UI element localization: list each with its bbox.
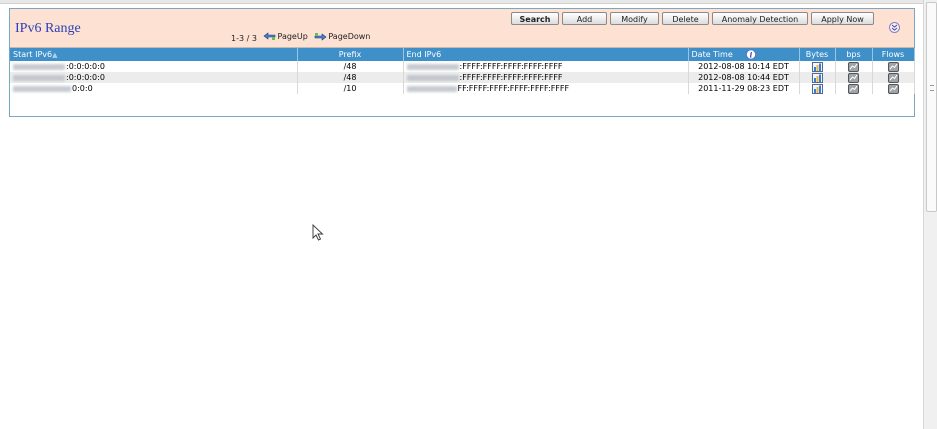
page-down-icon — [315, 33, 327, 41]
ipv6-range-table: Start IPv6▲ Prefix End IPv6 Date Time i … — [10, 48, 915, 94]
double-chevron-down-icon — [891, 24, 898, 31]
bar-chart-icon — [811, 72, 823, 83]
prefix-cell: /48 — [297, 61, 404, 72]
column-bytes[interactable]: Bytes — [799, 48, 836, 61]
pager: 1-3 / 3 PageUp PageDown — [231, 32, 370, 43]
table-header-row: Start IPv6▲ Prefix End IPv6 Date Time i … — [10, 48, 915, 61]
start-ipv6-cell: 0:0:0 — [10, 83, 298, 94]
mouse-pointer-icon — [312, 224, 324, 241]
graph-icon — [848, 72, 859, 83]
scrollbar-grip-icon — [930, 85, 934, 91]
column-flows[interactable]: Flows — [872, 48, 915, 61]
bytes-chart-button[interactable] — [799, 61, 836, 72]
flows-chart-button[interactable] — [872, 83, 915, 94]
column-prefix[interactable]: Prefix — [297, 48, 404, 61]
graph-icon — [848, 83, 859, 94]
redacted-address — [406, 85, 457, 92]
redacted-address — [406, 63, 459, 70]
graph-icon — [887, 61, 899, 72]
delete-button[interactable]: Delete — [662, 12, 709, 25]
prefix-cell: /48 — [297, 72, 404, 83]
search-button[interactable]: Search — [511, 12, 559, 25]
bps-chart-button[interactable] — [835, 83, 873, 94]
table-row[interactable]: :0:0:0:0:0 /48 :FFFF:FFFF:FFFF:FFFF:FFFF… — [10, 72, 915, 83]
end-ipv6-cell: FF:FFFF:FFFF:FFFF:FFFF:FFFF — [403, 83, 689, 94]
scrollbar-thumb[interactable] — [926, 2, 937, 212]
datetime-cell: 2011-11-29 08:23 EDT — [688, 83, 800, 94]
graph-icon — [887, 83, 899, 94]
flows-chart-button[interactable] — [872, 72, 915, 83]
redacted-address — [13, 74, 65, 81]
modify-button[interactable]: Modify — [610, 12, 659, 25]
end-ipv6-cell: :FFFF:FFFF:FFFF:FFFF:FFFF — [403, 72, 689, 83]
prefix-cell: /10 — [297, 83, 404, 94]
sort-arrow-icon: ▲ — [52, 51, 58, 59]
column-date-time[interactable]: Date Time i — [688, 48, 800, 61]
record-count: 1-3 / 3 — [231, 34, 257, 43]
start-ipv6-cell: :0:0:0:0:0 — [10, 61, 298, 72]
redacted-address — [406, 74, 459, 81]
bps-chart-button[interactable] — [835, 61, 873, 72]
graph-icon — [887, 72, 899, 83]
page-up-link[interactable]: PageUp — [263, 32, 308, 41]
datetime-cell: 2012-08-08 10:14 EDT — [688, 61, 800, 72]
flows-chart-button[interactable] — [872, 61, 915, 72]
bytes-chart-button[interactable] — [799, 72, 836, 83]
start-ipv6-cell: :0:0:0:0:0 — [10, 72, 298, 83]
page-up-label: PageUp — [277, 32, 308, 41]
page-down-link[interactable]: PageDown — [314, 32, 370, 41]
graph-icon — [848, 61, 859, 72]
redacted-address — [13, 63, 65, 70]
top-border — [0, 0, 923, 4]
ipv6-range-panel: IPv6 Range 1-3 / 3 PageUp PageDown Searc… — [9, 8, 915, 117]
bar-chart-icon — [811, 83, 823, 94]
column-start-ipv6[interactable]: Start IPv6▲ — [10, 48, 298, 61]
datetime-cell: 2012-08-08 10:44 EDT — [688, 72, 800, 83]
page-title: IPv6 Range — [15, 21, 81, 36]
column-bps[interactable]: bps — [835, 48, 873, 61]
panel-header: IPv6 Range 1-3 / 3 PageUp PageDown Searc… — [10, 9, 914, 48]
apply-now-button[interactable]: Apply Now — [811, 12, 874, 25]
svg-text:i: i — [750, 50, 753, 59]
bar-chart-icon — [811, 61, 823, 72]
expand-button[interactable] — [889, 22, 900, 33]
bps-chart-button[interactable] — [835, 72, 873, 83]
page-down-label: PageDown — [328, 32, 371, 41]
anomaly-detection-button[interactable]: Anomaly Detection — [712, 12, 808, 25]
column-end-ipv6[interactable]: End IPv6 — [403, 48, 689, 61]
info-icon[interactable]: i — [745, 49, 757, 60]
table-row[interactable]: 0:0:0 /10 FF:FFFF:FFFF:FFFF:FFFF:FFFF 20… — [10, 83, 915, 94]
table-row[interactable]: :0:0:0:0:0 /48 :FFFF:FFFF:FFFF:FFFF:FFFF… — [10, 61, 915, 72]
bytes-chart-button[interactable] — [799, 83, 836, 94]
add-button[interactable]: Add — [562, 12, 607, 25]
redacted-address — [13, 85, 71, 92]
vertical-scrollbar[interactable] — [923, 0, 937, 429]
end-ipv6-cell: :FFFF:FFFF:FFFF:FFFF:FFFF — [403, 61, 689, 72]
page-up-icon — [263, 32, 276, 40]
